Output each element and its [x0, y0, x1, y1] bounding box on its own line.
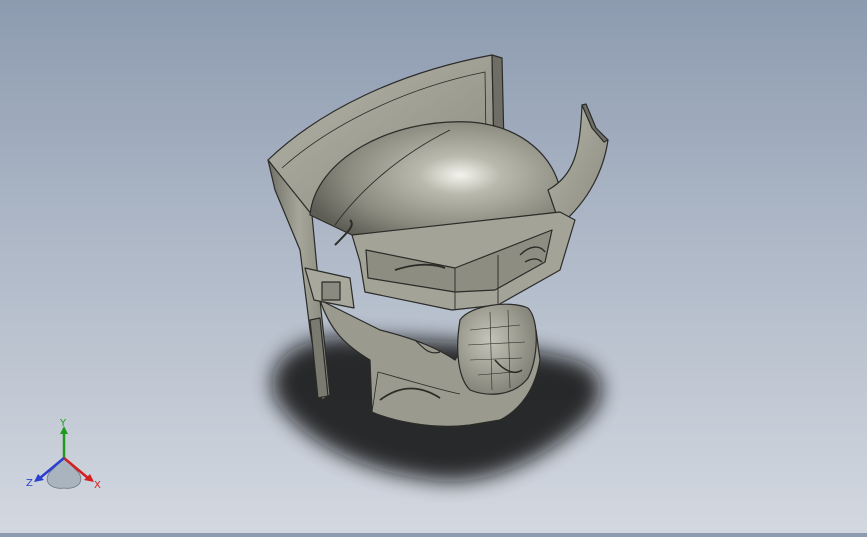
y-axis-label: Y [59, 418, 67, 429]
view-triad[interactable]: Y X Z [24, 418, 104, 494]
model-render [267, 54, 609, 482]
x-axis-label: X [94, 480, 101, 491]
graphics-viewport[interactable]: Y X Z [0, 0, 867, 533]
right-crest-plate [547, 104, 609, 226]
z-axis-label: Z [26, 478, 33, 489]
face [457, 303, 537, 395]
triad-base [46, 457, 82, 489]
